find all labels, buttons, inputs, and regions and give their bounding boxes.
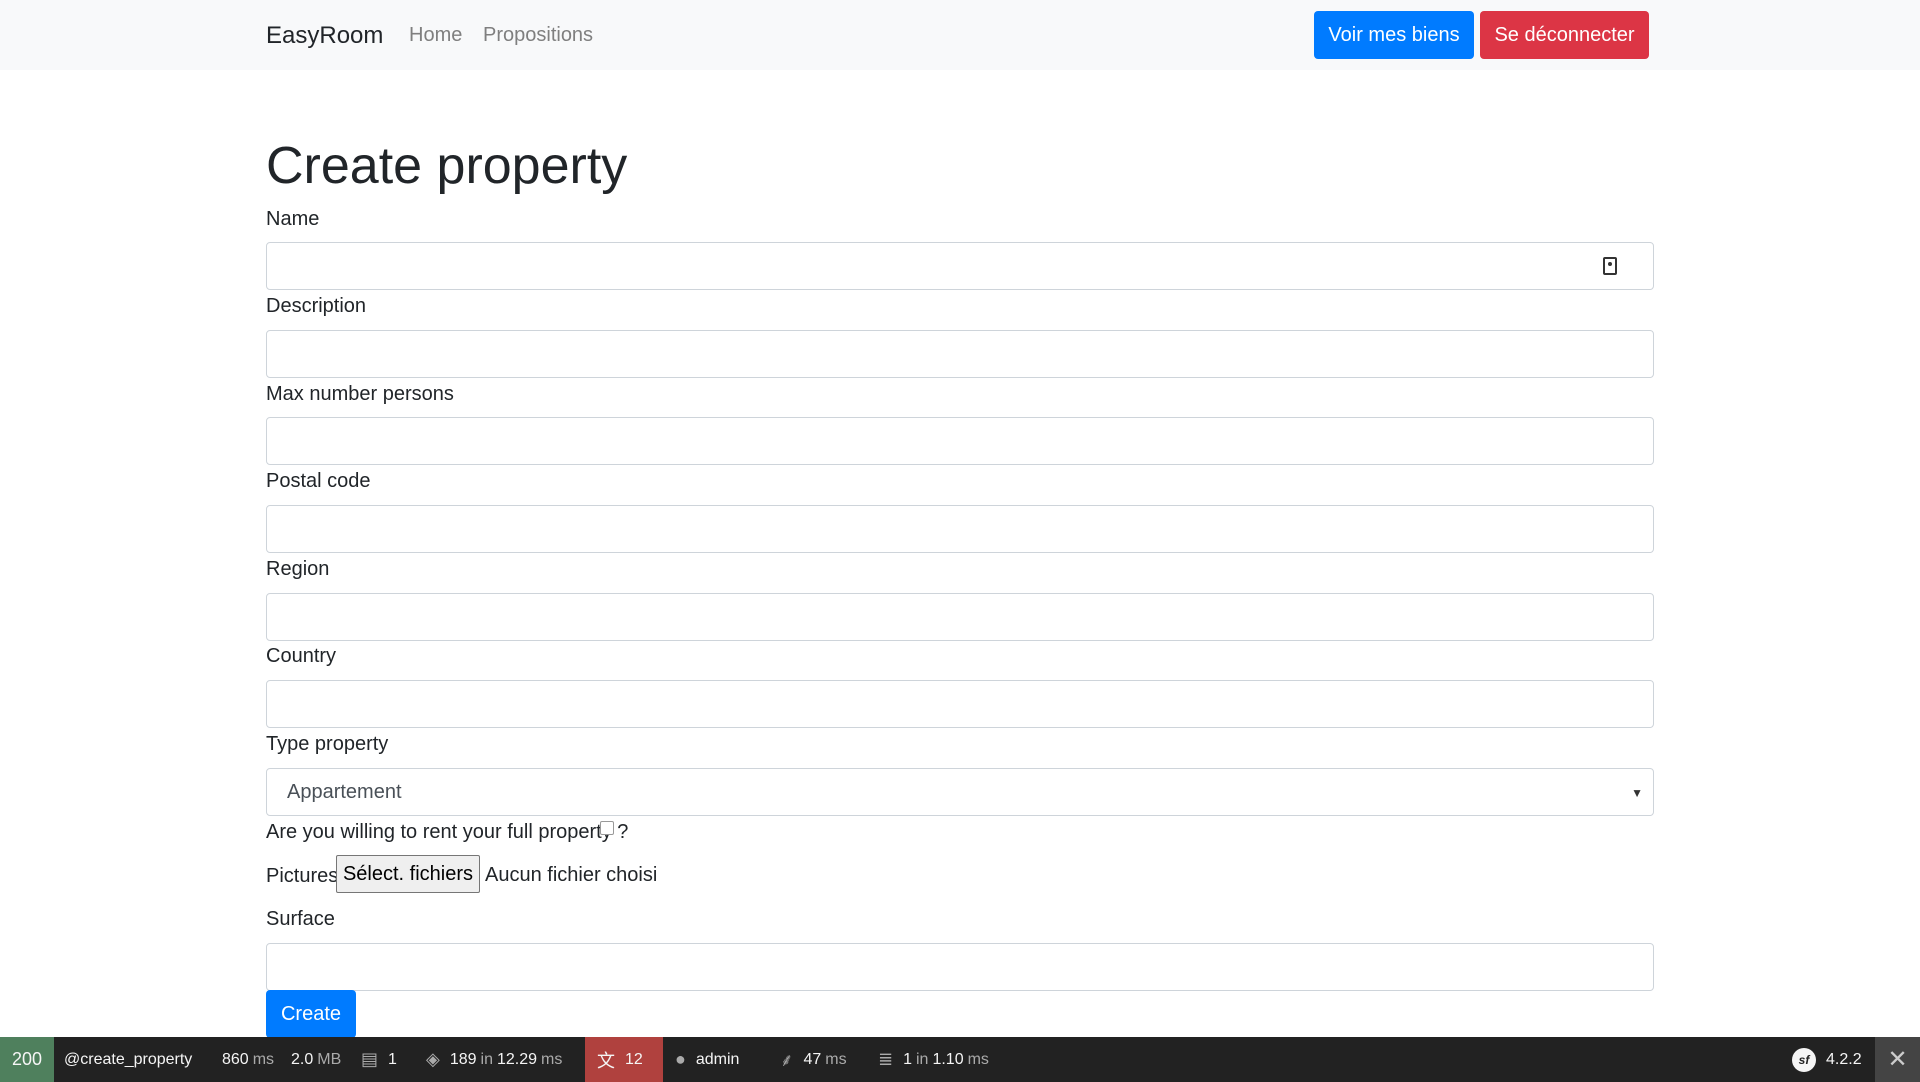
full-property-checkbox[interactable] — [600, 821, 614, 835]
create-button[interactable]: Create — [266, 990, 356, 1038]
description-label: Description — [266, 295, 367, 317]
logs-count: 1 — [388, 1050, 397, 1068]
memory-usage[interactable]: 2.0 MB — [291, 1037, 341, 1082]
name-input[interactable] — [266, 242, 1654, 290]
type-property-label: Type property — [266, 733, 389, 755]
dropdown-caret-icon: ▼ — [1631, 786, 1643, 800]
country-label: Country — [266, 645, 337, 667]
debug-toolbar: 200 @create_property 860 ms 2.0 MB ▤ 1 ◈… — [0, 1037, 1920, 1082]
status-code-badge[interactable]: 200 — [0, 1037, 54, 1082]
voir-mes-biens-button[interactable]: Voir mes biens — [1314, 11, 1474, 59]
request-time-value: 860 — [222, 1050, 249, 1068]
symfony-version[interactable]: sf 4.2.2 — [1792, 1037, 1862, 1082]
type-property-selected: Appartement — [287, 780, 402, 803]
twig-unit: ms — [825, 1050, 847, 1068]
memory-unit: MB — [317, 1050, 342, 1068]
type-property-select[interactable]: Appartement ▼ — [266, 768, 1654, 816]
postal-code-input[interactable] — [266, 505, 1654, 553]
db-in: in — [916, 1050, 929, 1068]
pictures-label: Pictures — [266, 865, 339, 887]
db-unit: ms — [967, 1050, 989, 1068]
cache-panel[interactable]: ◈ 189 in 12.29 ms — [426, 1037, 562, 1082]
brand-logo[interactable]: EasyRoom — [266, 22, 383, 50]
description-input[interactable] — [266, 330, 1654, 378]
db-queries: 1 — [903, 1050, 912, 1068]
max-persons-label: Max number persons — [266, 383, 454, 405]
logs-panel[interactable]: ▤ 1 — [361, 1037, 397, 1082]
cache-time: 12.29 — [497, 1050, 538, 1068]
full-property-label: Are you willing to rent your full proper… — [266, 821, 629, 843]
memory-value: 2.0 — [291, 1050, 314, 1068]
database-panel[interactable]: ≣ 1 in 1.10 ms — [878, 1037, 989, 1082]
translation-icon: 文 — [597, 1050, 615, 1071]
twig-time: 47 — [803, 1050, 822, 1068]
user-icon: ● — [675, 1049, 686, 1069]
select-files-button[interactable]: Sélect. fichiers — [336, 855, 480, 893]
database-icon: ≣ — [878, 1049, 894, 1069]
surface-label: Surface — [266, 908, 335, 930]
translation-panel[interactable]: 文 12 — [585, 1037, 663, 1082]
db-time: 1.10 — [932, 1050, 964, 1068]
surface-input[interactable] — [266, 943, 1654, 991]
nav-link-home[interactable]: Home — [409, 24, 462, 47]
contact-card-icon[interactable] — [1603, 257, 1617, 275]
route-name[interactable]: @create_property — [64, 1037, 192, 1082]
cache-count: 189 — [449, 1050, 477, 1068]
symfony-logo-icon: sf — [1792, 1047, 1816, 1072]
max-persons-input[interactable] — [266, 417, 1654, 465]
close-toolbar-icon[interactable]: ✕ — [1875, 1037, 1920, 1082]
logs-icon: ▤ — [361, 1049, 379, 1069]
user-name: admin — [695, 1050, 740, 1068]
cache-in: in — [480, 1050, 493, 1068]
page-title: Create property — [266, 137, 628, 195]
file-status-text: Aucun fichier choisi — [485, 864, 658, 886]
navbar: EasyRoom Home Propositions Voir mes bien… — [0, 0, 1920, 70]
postal-code-label: Postal code — [266, 470, 371, 492]
region-input[interactable] — [266, 593, 1654, 641]
request-time-unit: ms — [252, 1050, 275, 1068]
country-input[interactable] — [266, 680, 1654, 728]
symfony-version-value: 4.2.2 — [1826, 1050, 1862, 1068]
nav-link-propositions[interactable]: Propositions — [483, 24, 593, 47]
user-panel[interactable]: ● admin — [675, 1037, 739, 1082]
request-time[interactable]: 860 ms — [222, 1037, 274, 1082]
name-label: Name — [266, 208, 320, 230]
layers-icon: ◈ — [426, 1049, 440, 1069]
region-label: Region — [266, 558, 330, 580]
translation-count: 12 — [625, 1050, 643, 1068]
logout-button[interactable]: Se déconnecter — [1480, 11, 1649, 59]
twig-panel[interactable]: ⸙ 47 ms — [780, 1037, 847, 1082]
twig-icon: ⸙ — [780, 1049, 794, 1070]
cache-unit: ms — [541, 1050, 563, 1068]
